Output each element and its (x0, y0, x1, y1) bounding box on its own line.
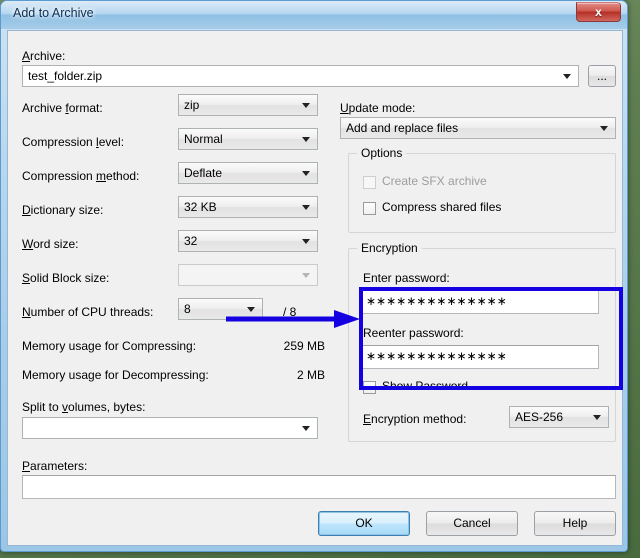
word-size-value: 32 (184, 234, 197, 248)
update-mode-label: Update mode: (340, 101, 415, 115)
archive-path-combobox[interactable]: test_folder.zip (22, 65, 579, 87)
options-group-title: Options (357, 146, 406, 160)
memory-compress-label: Memory usage for Compressing: (22, 339, 196, 353)
encryption-method-label: Encryption method: (363, 412, 466, 426)
browse-button[interactable]: ... (588, 65, 616, 87)
compress-shared-label: Compress shared files (382, 200, 501, 214)
dictionary-size-combobox[interactable]: 32 KB (178, 196, 318, 218)
compression-method-value: Deflate (184, 166, 222, 180)
chevron-down-icon (302, 239, 310, 244)
memory-decompress-value: 2 MB (188, 368, 325, 382)
reenter-password-label: Reenter password: (363, 326, 464, 340)
dictionary-size-label: Dictionary size: (22, 203, 103, 217)
help-button[interactable]: Help (534, 511, 616, 536)
enter-password-input[interactable]: ∗∗∗∗∗∗∗∗∗∗∗∗∗∗ (361, 290, 599, 314)
compression-method-combobox[interactable]: Deflate (178, 162, 318, 184)
archive-format-value: zip (184, 98, 199, 112)
parameters-label: Parameters: (22, 459, 87, 473)
solid-block-size-label: Solid Block size: (22, 271, 109, 285)
compression-method-label: Compression method: (22, 169, 139, 183)
encryption-group-title: Encryption (357, 241, 422, 255)
encryption-method-value: AES-256 (515, 410, 563, 424)
close-icon[interactable]: x (576, 2, 621, 22)
show-password-label: Show Password (382, 379, 468, 393)
chevron-down-icon (563, 74, 571, 79)
cpu-threads-label: Number of CPU threads: (22, 305, 153, 319)
chevron-down-icon (302, 426, 310, 431)
chevron-down-icon (302, 205, 310, 210)
chevron-down-icon (302, 273, 310, 278)
create-sfx-checkbox[interactable] (363, 176, 376, 189)
split-volumes-label: Split to volumes, bytes: (22, 400, 145, 414)
encryption-groupbox: Encryption Enter password: ∗∗∗∗∗∗∗∗∗∗∗∗∗… (348, 248, 616, 442)
reenter-password-input[interactable]: ∗∗∗∗∗∗∗∗∗∗∗∗∗∗ (361, 345, 599, 369)
parameters-input[interactable] (22, 475, 616, 499)
memory-decompress-label: Memory usage for Decompressing: (22, 368, 209, 382)
archive-path-value: test_folder.zip (28, 69, 102, 83)
compress-shared-checkbox[interactable] (363, 202, 376, 215)
update-mode-combobox[interactable]: Add and replace files (340, 117, 616, 139)
options-groupbox: Options Create SFX archive Compress shar… (348, 153, 616, 233)
solid-block-size-combobox[interactable] (178, 264, 318, 286)
memory-compress-value: 259 MB (188, 339, 325, 353)
update-mode-value: Add and replace files (346, 121, 458, 135)
enter-password-label: Enter password: (363, 271, 450, 285)
cancel-button[interactable]: Cancel (426, 511, 518, 536)
chevron-down-icon (302, 171, 310, 176)
split-volumes-combobox[interactable] (22, 417, 318, 439)
title-bar[interactable]: Add to Archive x (1, 1, 627, 29)
dictionary-size-value: 32 KB (184, 200, 217, 214)
chevron-down-icon (302, 137, 310, 142)
window-title: Add to Archive (13, 6, 94, 20)
dialog-client-area: Archive: test_folder.zip ... Archive for… (7, 30, 623, 546)
chevron-down-icon (600, 126, 608, 131)
ok-button[interactable]: OK (318, 511, 410, 536)
add-to-archive-dialog: Add to Archive x Archive: test_folder.zi… (0, 0, 628, 552)
chevron-down-icon (593, 415, 601, 420)
encryption-method-combobox[interactable]: AES-256 (509, 406, 609, 428)
word-size-label: Word size: (22, 237, 78, 251)
archive-format-combobox[interactable]: zip (178, 94, 318, 116)
archive-label: Archive: (22, 49, 65, 63)
chevron-down-icon (302, 103, 310, 108)
annotation-arrow-icon (222, 309, 362, 329)
compression-level-combobox[interactable]: Normal (178, 128, 318, 150)
compression-level-label: Compression level: (22, 135, 124, 149)
compression-level-value: Normal (184, 132, 223, 146)
word-size-combobox[interactable]: 32 (178, 230, 318, 252)
archive-format-label: Archive format: (22, 101, 103, 115)
create-sfx-label: Create SFX archive (382, 174, 487, 188)
cpu-threads-value: 8 (184, 302, 191, 316)
show-password-checkbox[interactable] (363, 381, 376, 394)
